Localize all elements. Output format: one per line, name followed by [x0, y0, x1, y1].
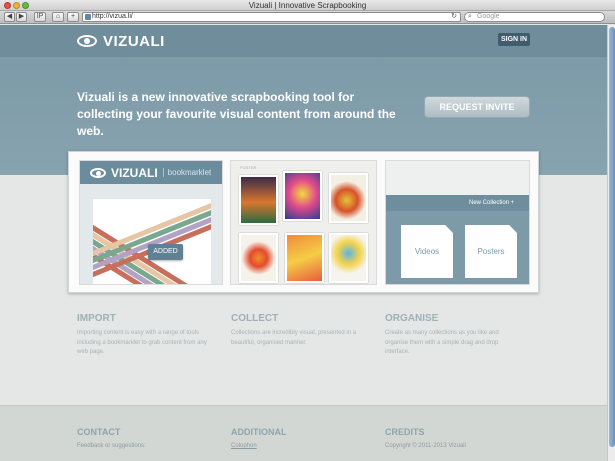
bookmarklet-subtitle: bookmarklet	[162, 168, 211, 177]
address-bar[interactable]: http://vizua.li/ ↻	[82, 12, 461, 22]
vertical-scrollbar[interactable]	[607, 25, 615, 461]
footer-additional: ADDITIONAL Colophon	[231, 427, 287, 449]
poster-thumbnail[interactable]	[283, 171, 322, 221]
zoom-window-button[interactable]	[22, 2, 29, 9]
feature-title: IMPORT	[77, 313, 116, 324]
footer-text: Copyright © 2011-2013 Vizuali	[385, 443, 466, 449]
collection-caption: POSTER	[240, 165, 257, 170]
collections-board: Videos Posters	[386, 211, 529, 284]
footer-heading: CONTACT	[77, 427, 121, 437]
footer-contact: CONTACT Feedback or suggestions:	[77, 427, 146, 449]
bookmarklet-header: VIZUALI bookmarklet	[80, 161, 222, 184]
close-window-button[interactable]	[4, 2, 11, 9]
reload-icon[interactable]: ↻	[451, 13, 457, 21]
feature-title: ORGANISE	[385, 313, 439, 324]
feature-text: Collections are incredibly visual, prese…	[231, 330, 357, 346]
bookmarklet-card: VIZUALI bookmarklet ADDED	[79, 160, 223, 285]
favicon-icon	[85, 14, 91, 20]
url-text: http://vizua.li/	[92, 13, 133, 20]
forward-button[interactable]: ▶	[16, 12, 27, 22]
feature-text: Create as many collections as you like a…	[385, 330, 499, 355]
feature-text: Importing content is easy with a range o…	[77, 330, 207, 355]
feature-collect: COLLECT Collections are incredibly visua…	[231, 313, 361, 348]
feature-title: COLLECT	[231, 313, 279, 324]
minimize-window-button[interactable]	[13, 2, 20, 9]
page-viewport: VIZUALI SIGN IN Vizuali is a new innovat…	[0, 25, 607, 461]
eye-logo-icon	[90, 167, 106, 178]
collect-card: POSTER	[230, 160, 377, 285]
stripes-artwork-image: ADDED	[93, 199, 211, 284]
added-badge[interactable]: ADDED	[148, 244, 183, 260]
site-footer: CONTACT Feedback or suggestions: ADDITIO…	[0, 405, 607, 461]
bookmarklet-logo-text: VIZUALI	[111, 165, 158, 180]
site-logo[interactable]: VIZUALI	[77, 32, 165, 50]
window-title: Vizuali | Innovative Scrapbooking	[248, 1, 367, 10]
feature-organise: ORGANISE Create as many collections as y…	[385, 313, 515, 358]
poster-thumbnail[interactable]	[285, 233, 324, 283]
feature-import: IMPORT Importing content is easy with a …	[77, 313, 207, 358]
request-invite-button[interactable]: REQUEST INVITE	[424, 96, 530, 118]
footer-heading: CREDITS	[385, 427, 425, 437]
posters-folder[interactable]: Posters	[465, 225, 517, 278]
search-placeholder: Google	[477, 13, 500, 20]
reader-button[interactable]: IP	[34, 12, 46, 22]
footer-credits: CREDITS Copyright © 2011-2013 Vizuali	[385, 427, 466, 449]
add-bookmark-button[interactable]: +	[67, 12, 79, 22]
back-button[interactable]: ◀	[4, 12, 15, 22]
window-titlebar: Vizuali | Innovative Scrapbooking	[0, 0, 615, 11]
browser-toolbar: ◀ ▶ IP ⌂ + http://vizua.li/ ↻ ⌕ Google	[0, 11, 615, 24]
footer-heading: ADDITIONAL	[231, 427, 287, 437]
footer-text: Feedback or suggestions:	[77, 443, 146, 449]
scrollbar-thumb[interactable]	[609, 27, 615, 447]
new-collection-button[interactable]: New Collection +	[463, 197, 520, 209]
search-icon: ⌕	[468, 13, 472, 20]
home-button[interactable]: ⌂	[52, 12, 64, 22]
colophon-link[interactable]: Colophon	[231, 443, 287, 449]
organise-card: New Collection + Videos Posters	[385, 160, 530, 285]
hero-tagline: Vizuali is a new innovative scrapbooking…	[77, 90, 396, 138]
feature-showcase: VIZUALI bookmarklet ADDED POSTER New Col…	[68, 151, 539, 293]
search-field[interactable]: ⌕ Google	[464, 12, 605, 22]
sign-in-button[interactable]: SIGN IN	[498, 33, 530, 46]
poster-thumbnail[interactable]	[329, 233, 368, 283]
poster-thumbnail[interactable]	[239, 175, 278, 225]
eye-logo-icon	[77, 35, 97, 47]
logo-text: VIZUALI	[103, 32, 165, 50]
collection-bar: New Collection +	[386, 195, 529, 211]
videos-folder[interactable]: Videos	[401, 225, 453, 278]
poster-thumbnail[interactable]	[329, 173, 368, 223]
poster-thumbnail[interactable]	[239, 233, 278, 283]
